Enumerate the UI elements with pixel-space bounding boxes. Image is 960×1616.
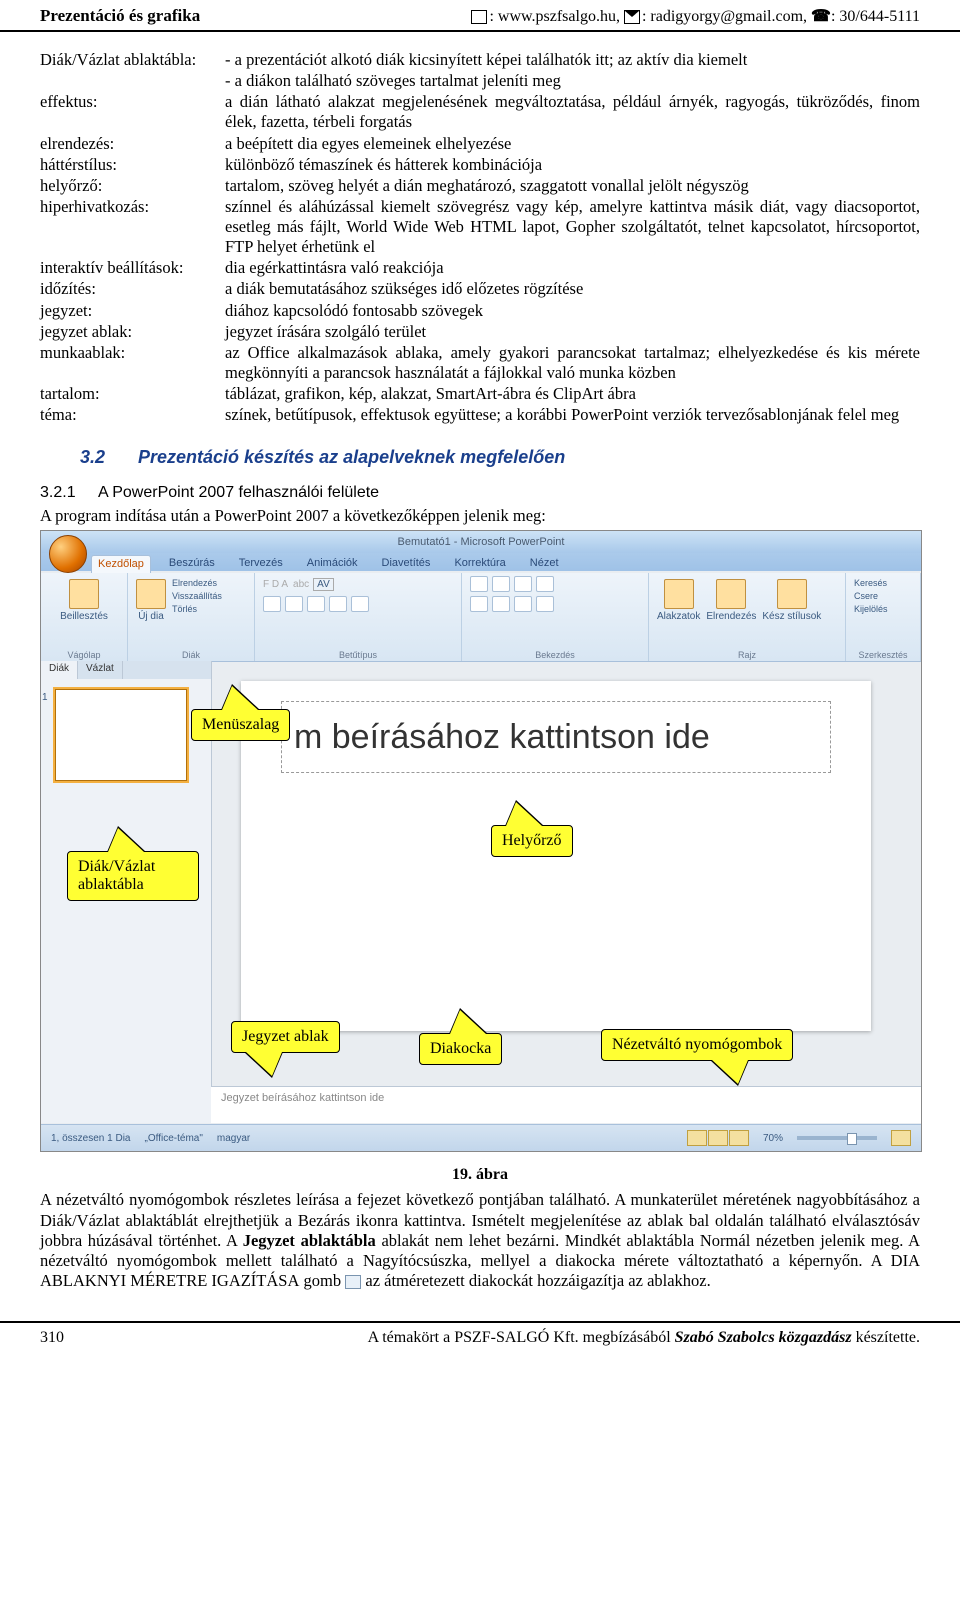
slideshow-view-button[interactable]: [729, 1130, 749, 1146]
paste-label: Beillesztés: [49, 611, 119, 622]
quickstyles-icon[interactable]: [777, 579, 807, 609]
desc-paragraph: A nézetváltó nyomógombok részletes leírá…: [40, 1190, 920, 1291]
zoom-label: 70%: [763, 1133, 783, 1144]
side-tab-diak[interactable]: Diák: [41, 661, 78, 679]
reset-button[interactable]: Visszaállítás: [172, 590, 222, 603]
fit-to-window-button[interactable]: [891, 1130, 911, 1146]
align-right-button[interactable]: [514, 596, 532, 612]
indent-inc-button[interactable]: [536, 576, 554, 592]
replace-button[interactable]: Csere: [854, 590, 912, 603]
tab-korrektura[interactable]: Korrektúra: [448, 555, 511, 573]
normal-view-button[interactable]: [687, 1130, 707, 1146]
office-button[interactable]: [49, 535, 87, 573]
strike-button[interactable]: [351, 596, 369, 612]
align-center-button[interactable]: [492, 596, 510, 612]
layout-button[interactable]: Elrendezés: [172, 577, 222, 590]
callout-jegyzet-ablak: Jegyzet ablak: [231, 1021, 340, 1053]
italic-button[interactable]: [285, 596, 303, 612]
page-header: Prezentáció és grafika : www.pszfsalgo.h…: [0, 0, 960, 32]
doc-title: Prezentáció és grafika: [40, 6, 200, 26]
notes-pane[interactable]: Jegyzet beírásához kattintson ide: [211, 1086, 921, 1123]
status-theme: „Office-téma": [145, 1133, 203, 1144]
slide-thumbnail[interactable]: 1: [55, 689, 187, 781]
bold-button[interactable]: [263, 596, 281, 612]
callout-diak-vazlat: Diák/Vázlat ablaktábla: [67, 851, 199, 901]
page-number: 310: [40, 1329, 64, 1347]
view-buttons: [687, 1130, 749, 1146]
align-left-button[interactable]: [470, 596, 488, 612]
status-bar: 1, összesen 1 Dia „Office-téma" magyar 7…: [41, 1124, 921, 1151]
shapes-icon[interactable]: [664, 579, 694, 609]
title-placeholder[interactable]: m beírásához kattintson ide: [281, 701, 831, 773]
zoom-slider[interactable]: [797, 1136, 877, 1140]
side-tab-vazlat[interactable]: Vázlat: [78, 661, 123, 679]
callout-helyorzo: Helyőrző: [491, 825, 573, 857]
page-footer: 310 A témakört a PSZF-SALGÓ Kft. megbízá…: [0, 1321, 960, 1353]
heading-3-2: 3.2Prezentáció készítés az alapelveknek …: [40, 447, 920, 468]
shadow-button[interactable]: [329, 596, 347, 612]
underline-button[interactable]: [307, 596, 325, 612]
select-button[interactable]: Kijelölés: [854, 603, 912, 616]
fit-to-window-icon: [345, 1275, 361, 1289]
doc-contact: : www.pszfsalgo.hu, : radigyorgy@gmail.c…: [471, 6, 920, 26]
callout-diakocka: Diakocka: [419, 1033, 502, 1065]
find-button[interactable]: Keresés: [854, 577, 912, 590]
delete-button[interactable]: Törlés: [172, 603, 222, 616]
arrange-icon[interactable]: [716, 579, 746, 609]
tab-tervezes[interactable]: Tervezés: [233, 555, 289, 573]
bullets-button[interactable]: [470, 576, 488, 592]
tab-animaciok[interactable]: Animációk: [301, 555, 364, 573]
numbering-button[interactable]: [492, 576, 510, 592]
indent-dec-button[interactable]: [514, 576, 532, 592]
phone-icon: ☎: [811, 8, 831, 25]
web-icon: [471, 10, 487, 24]
tab-beszuras[interactable]: Beszúrás: [163, 555, 221, 573]
tab-nezet[interactable]: Nézet: [524, 555, 565, 573]
paste-icon[interactable]: [69, 579, 99, 609]
new-slide-icon[interactable]: [136, 579, 166, 609]
mail-icon: [624, 10, 640, 24]
heading-3-2-1: 3.2.1A PowerPoint 2007 felhasználói felü…: [40, 484, 920, 502]
definition-list: Diák/Vázlat ablaktábla:- a prezentációt …: [40, 50, 920, 425]
sorter-view-button[interactable]: [708, 1130, 728, 1146]
intro-line: A program indítása után a PowerPoint 200…: [40, 506, 920, 526]
status-language: magyar: [217, 1133, 250, 1144]
justify-button[interactable]: [536, 596, 554, 612]
tab-kezdolap[interactable]: Kezdőlap: [91, 555, 151, 573]
window-titlebar: Bemutató1 - Microsoft PowerPoint: [41, 531, 921, 553]
powerpoint-screenshot: Bemutató1 - Microsoft PowerPoint Kezdőla…: [40, 530, 922, 1152]
figure-caption: 19. ábra: [40, 1166, 920, 1184]
tab-diavetites[interactable]: Diavetítés: [376, 555, 437, 573]
ribbon: Beillesztés Vágólap Új dia Elrendezés Vi…: [41, 573, 921, 662]
callout-nezetvalto: Nézetváltó nyomógombok: [601, 1029, 793, 1061]
ribbon-tabs: Kezdőlap Beszúrás Tervezés Animációk Dia…: [91, 555, 911, 573]
callout-menuszalag: Menüszalag: [191, 709, 290, 741]
status-slide-count: 1, összesen 1 Dia: [51, 1133, 131, 1144]
